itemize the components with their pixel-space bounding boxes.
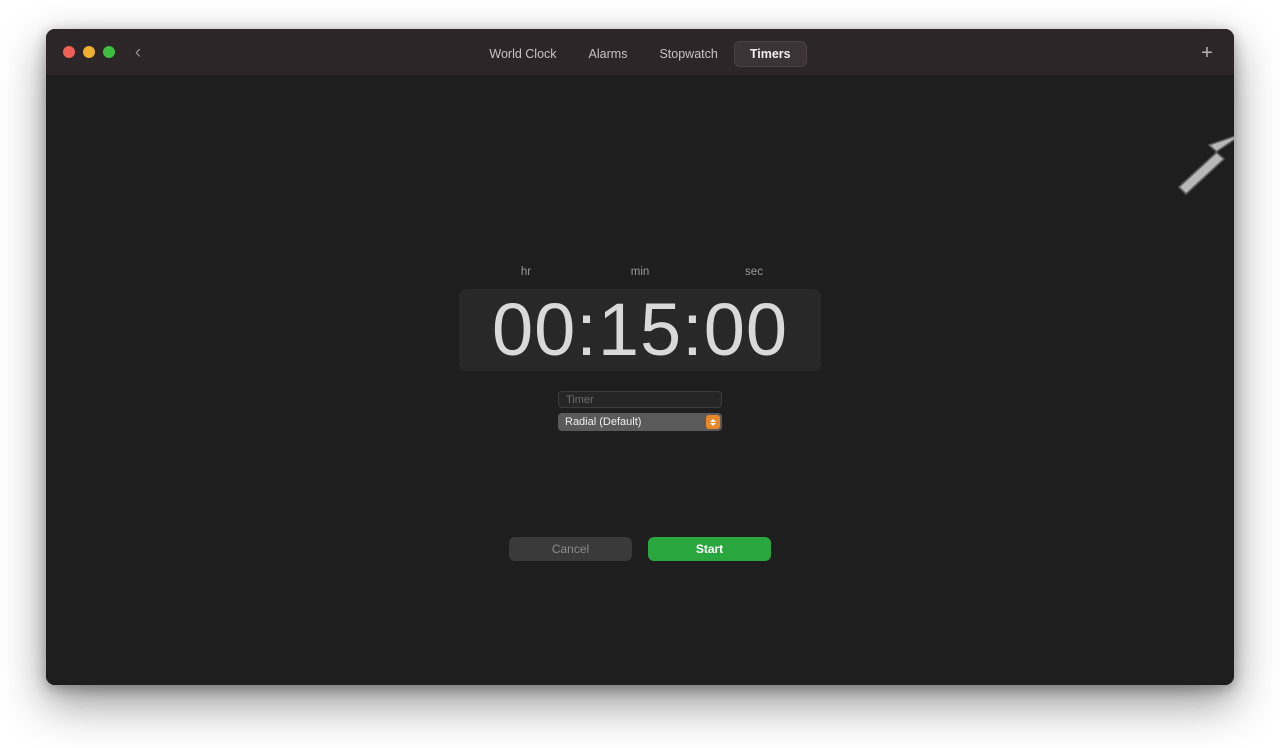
label-seconds: sec [745,266,763,278]
arrow-pointer-cursor [1178,135,1234,195]
timer-sound-value: Radial (Default) [565,416,642,428]
time-display[interactable]: 00:15:00 [459,289,821,371]
stepper-updown-icon[interactable] [706,415,720,429]
tab-world-clock[interactable]: World Clock [473,41,572,67]
time-value-text: 00:15:00 [491,288,789,371]
timer-editor: hr min sec 00:15:00 Timer Radial (Defaul… [430,266,850,431]
timers-panel: hr min sec 00:15:00 Timer Radial (Defaul… [46,76,1234,685]
tab-timers[interactable]: Timers [733,41,807,67]
timer-sound-select[interactable]: Radial (Default) [558,413,722,431]
tab-stopwatch[interactable]: Stopwatch [643,41,733,67]
tab-bar: World Clock Alarms Stopwatch Timers [46,41,1234,67]
action-buttons: Cancel Start [509,537,771,561]
label-minutes: min [630,266,650,278]
clock-app-window: ‹ World Clock Alarms Stopwatch Timers + … [46,29,1234,685]
label-hours: hr [520,266,532,278]
cancel-button[interactable]: Cancel [509,537,632,561]
tab-alarms[interactable]: Alarms [573,41,644,67]
timer-name-input[interactable]: Timer [558,391,722,408]
time-unit-labels: hr min sec [459,266,821,284]
timer-name-placeholder: Timer [566,393,594,406]
start-button[interactable]: Start [648,537,771,561]
add-timer-plus-icon[interactable]: + [1194,41,1220,65]
window-titlebar: ‹ World Clock Alarms Stopwatch Timers + [46,29,1234,76]
